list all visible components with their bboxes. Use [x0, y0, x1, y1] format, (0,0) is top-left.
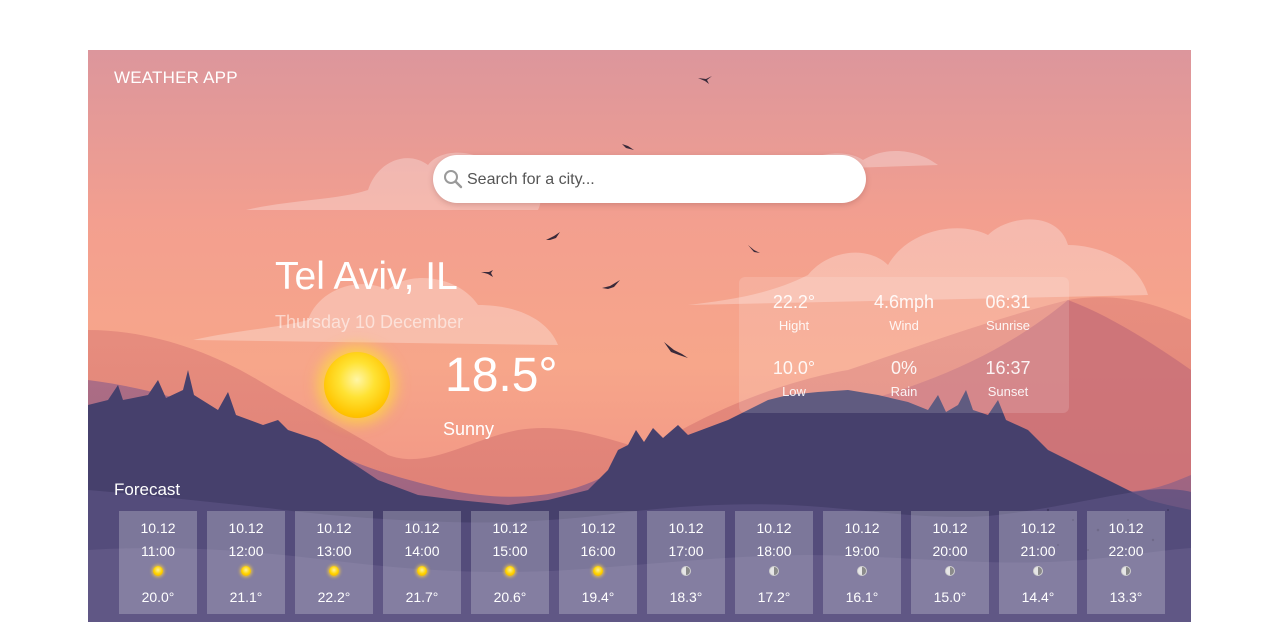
forecast-card: 10.12 16:00 19.4°	[559, 511, 637, 614]
forecast-date: 10.12	[316, 520, 352, 536]
detail-label: Low	[782, 384, 806, 399]
forecast-temp: 21.1°	[229, 589, 263, 605]
forecast-date: 10.12	[932, 520, 968, 536]
detail-sunset: 16:37 Sunset	[953, 357, 1063, 401]
forecast-card: 10.12 21:00 14.4°	[999, 511, 1077, 614]
forecast-date: 10.12	[580, 520, 616, 536]
moon-icon	[945, 566, 955, 576]
forecast-date: 10.12	[228, 520, 264, 536]
forecast-heading: Forecast	[114, 480, 181, 499]
forecast-card: 10.12 11:00 20.0°	[119, 511, 197, 614]
weather-app: WEATHER APP Tel Aviv, IL Thursday 10 Dec…	[88, 50, 1191, 622]
detail-low: 10.0° Low	[739, 357, 849, 401]
forecast-card: 10.12 20:00 15.0°	[911, 511, 989, 614]
detail-label: Rain	[890, 384, 918, 399]
forecast-date: 10.12	[492, 520, 528, 536]
forecast-date: 10.12	[756, 520, 792, 536]
forecast-time: 19:00	[844, 543, 880, 559]
sun-icon	[593, 566, 603, 576]
forecast-temp: 18.3°	[669, 589, 703, 605]
moon-icon	[769, 566, 779, 576]
forecast-card: 10.12 17:00 18.3°	[647, 511, 725, 614]
details-panel: 22.2° Hight 4.6mph Wind 06:31 Sunrise 10…	[739, 277, 1069, 413]
forecast-time: 20:00	[932, 543, 968, 559]
forecast-time: 18:00	[756, 543, 792, 559]
forecast-temp: 13.3°	[1109, 589, 1143, 605]
detail-wind: 4.6mph Wind	[849, 291, 959, 335]
forecast-card: 10.12 15:00 20.6°	[471, 511, 549, 614]
detail-sunrise: 06:31 Sunrise	[953, 291, 1063, 335]
forecast-date: 10.12	[668, 520, 704, 536]
forecast-time: 17:00	[668, 543, 704, 559]
forecast-time: 14:00	[404, 543, 440, 559]
forecast-time: 13:00	[316, 543, 352, 559]
detail-label: Wind	[889, 318, 919, 333]
forecast-time: 12:00	[228, 543, 264, 559]
sun-icon	[505, 566, 515, 576]
detail-rain: 0% Rain	[849, 357, 959, 401]
sun-icon	[329, 566, 339, 576]
current-temperature: 18.5°	[445, 349, 558, 402]
detail-value: 4.6mph	[873, 292, 935, 312]
sun-icon	[241, 566, 251, 576]
detail-value: 10.0°	[772, 358, 816, 378]
moon-icon	[1033, 566, 1043, 576]
detail-value: 16:37	[985, 358, 1031, 378]
forecast-temp: 20.6°	[493, 589, 527, 605]
sun-icon	[153, 566, 163, 576]
forecast-temp: 14.4°	[1021, 589, 1055, 605]
detail-label: Sunset	[987, 384, 1029, 399]
search-input[interactable]	[465, 164, 849, 196]
forecast-date: 10.12	[404, 520, 440, 536]
forecast-card: 10.12 19:00 16.1°	[823, 511, 901, 614]
forecast-time: 15:00	[492, 543, 528, 559]
moon-icon	[1121, 566, 1131, 576]
forecast-temp: 19.4°	[581, 589, 615, 605]
detail-label: Sunrise	[985, 318, 1031, 333]
forecast-time: 11:00	[141, 543, 175, 559]
forecast-date: 10.12	[1020, 520, 1056, 536]
detail-value: 06:31	[985, 292, 1031, 312]
moon-icon	[857, 566, 867, 576]
forecast-time: 22:00	[1108, 543, 1144, 559]
forecast-temp: 20.0°	[141, 589, 175, 605]
search-bar[interactable]	[433, 155, 866, 203]
forecast-card: 10.12 14:00 21.7°	[383, 511, 461, 614]
forecast-card: 10.12 13:00 22.2°	[295, 511, 373, 614]
detail-high: 22.2° Hight	[739, 291, 849, 335]
forecast-card: 10.12 22:00 13.3°	[1087, 511, 1165, 614]
app-title: WEATHER APP	[114, 68, 238, 87]
forecast-temp: 16.1°	[845, 589, 879, 605]
forecast-card: 10.12 12:00 21.1°	[207, 511, 285, 614]
forecast-date: 10.12	[844, 520, 880, 536]
detail-label: Hight	[778, 318, 810, 333]
detail-value: 0%	[890, 358, 917, 378]
forecast-date: 10.12	[1108, 520, 1144, 536]
forecast-temp: 21.7°	[405, 589, 439, 605]
sun-icon	[324, 352, 390, 418]
forecast-temp: 17.2°	[757, 589, 791, 605]
moon-icon	[681, 566, 691, 576]
forecast-time: 16:00	[580, 543, 616, 559]
forecast-date: 10.12	[140, 520, 176, 536]
weather-condition: Sunny	[443, 419, 495, 439]
current-date: Thursday 10 December	[275, 312, 464, 332]
forecast-temp: 22.2°	[317, 589, 351, 605]
forecast-temp: 15.0°	[933, 589, 967, 605]
search-icon	[444, 170, 463, 189]
detail-value: 22.2°	[772, 292, 816, 312]
city-name: Tel Aviv, IL	[275, 255, 458, 298]
forecast-card: 10.12 18:00 17.2°	[735, 511, 813, 614]
sun-icon	[417, 566, 427, 576]
forecast-time: 21:00	[1020, 543, 1056, 559]
